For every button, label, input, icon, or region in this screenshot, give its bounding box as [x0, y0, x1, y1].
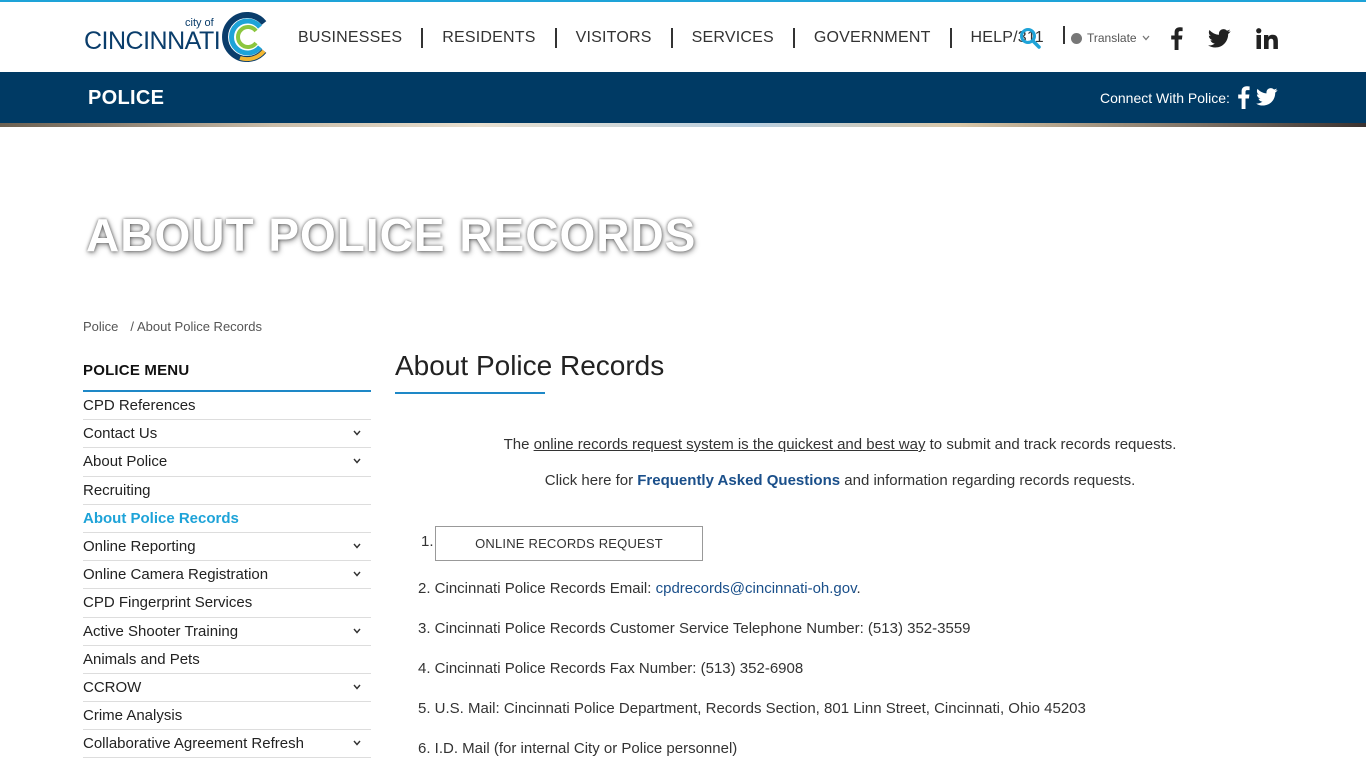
- nav-government[interactable]: GOVERNMENT: [814, 29, 931, 47]
- nav-divider: [670, 28, 673, 48]
- nav-divider: [421, 28, 424, 48]
- menu-item-recruiting[interactable]: Recruiting: [83, 477, 371, 505]
- nav-visitors[interactable]: VISITORS: [576, 29, 652, 47]
- menu-item-active-shooter-training[interactable]: Active Shooter Training: [83, 618, 371, 646]
- city-logo[interactable]: city of CINCINNATI: [84, 11, 274, 65]
- menu-item-label: CPD Fingerprint Services: [83, 594, 253, 612]
- logo-c-mark-icon: [222, 12, 267, 62]
- breadcrumb-police[interactable]: Police: [83, 319, 118, 334]
- intro-pre: The: [503, 436, 534, 453]
- intro-post: to submit and track records requests.: [925, 436, 1177, 453]
- twitter-icon[interactable]: [1208, 29, 1231, 48]
- menu-item-crime-analysis[interactable]: Crime Analysis: [83, 702, 371, 731]
- nav-businesses[interactable]: BUSINESSES: [298, 29, 402, 47]
- list-item-fax: 4. Cincinnati Police Records Fax Number:…: [418, 660, 804, 677]
- translate-dropdown[interactable]: Translate: [1071, 31, 1150, 45]
- chevron-down-icon[interactable]: [353, 542, 361, 550]
- menu-item-label: Online Camera Registration: [83, 566, 269, 584]
- department-title[interactable]: POLICE: [88, 87, 164, 110]
- chevron-down-icon[interactable]: [353, 683, 361, 691]
- hero-title: ABOUT POLICE RECORDS: [86, 209, 697, 261]
- nav-divider: [949, 28, 952, 48]
- hero-image-strip: [0, 123, 1366, 127]
- menu-item-cpd-fingerprint-services[interactable]: CPD Fingerprint Services: [83, 589, 371, 618]
- chevron-down-icon[interactable]: [353, 457, 361, 465]
- menu-item-ccrow[interactable]: CCROW: [83, 674, 371, 703]
- menu-item-contact-us[interactable]: Contact Us: [83, 420, 371, 449]
- menu-list: CPD References Contact Us About Police Recr…: [83, 392, 371, 759]
- menu-item-label: CCROW: [83, 678, 142, 696]
- menu-item-cpd-references[interactable]: CPD References: [83, 392, 371, 421]
- breadcrumb: Police / About Police Records: [83, 319, 262, 334]
- menu-item-label: Active Shooter Training: [83, 622, 239, 640]
- email-period: .: [856, 580, 861, 597]
- menu-item-animals-and-pets[interactable]: Animals and Pets: [83, 646, 371, 674]
- menu-item-label: Recruiting: [83, 481, 151, 499]
- breadcrumb-separator: /: [130, 319, 135, 334]
- list-item-id-mail: 6. I.D. Mail (for internal City or Polic…: [418, 740, 738, 757]
- menu-item-label: Crime Analysis: [83, 707, 183, 725]
- list-item-mail: 5. U.S. Mail: Cincinnati Police Departme…: [418, 700, 1086, 717]
- translate-label: Translate: [1087, 31, 1137, 45]
- main-nav: BUSINESSES RESIDENTS VISITORS SERVICES G…: [298, 2, 1084, 74]
- chevron-down-icon[interactable]: [353, 429, 361, 437]
- faq-paragraph: Click here for Frequently Asked Question…: [395, 472, 1285, 489]
- menu-item-collaborative-agreement-refresh[interactable]: Collaborative Agreement Refresh: [83, 730, 371, 759]
- menu-item-label: CPD References: [83, 397, 196, 415]
- list-item-email: 2. Cincinnati Police Records Email: cpdr…: [418, 580, 861, 597]
- police-menu: POLICE MENU CPD References Contact Us Abou…: [83, 362, 371, 759]
- connect-label: Connect With Police:: [1100, 90, 1230, 106]
- linkedin-icon[interactable]: [1256, 28, 1278, 49]
- faq-link[interactable]: Frequently Asked Questions: [637, 472, 840, 489]
- menu-item-about-police-records[interactable]: About Police Records: [83, 505, 371, 533]
- nav-residents[interactable]: RESIDENTS: [442, 29, 535, 47]
- menu-title: POLICE MENU: [83, 362, 371, 392]
- facebook-icon[interactable]: [1170, 27, 1183, 50]
- search-icon[interactable]: [1019, 27, 1041, 49]
- list-number-1: 1.: [421, 533, 434, 550]
- nav-services[interactable]: SERVICES: [692, 29, 774, 47]
- faq-post: and information regarding records reques…: [840, 472, 1136, 489]
- email-label: 2. Cincinnati Police Records Email:: [418, 580, 656, 597]
- online-records-link[interactable]: online records request system is the qui…: [534, 436, 926, 453]
- page-title: About Police Records: [395, 350, 665, 381]
- breadcrumb-current-label: About Police Records: [136, 319, 262, 334]
- menu-item-label: Collaborative Agreement Refresh: [83, 735, 304, 753]
- menu-item-label: About Police: [83, 453, 168, 471]
- menu-item-label: Animals and Pets: [83, 650, 200, 668]
- online-records-request-button[interactable]: ONLINE RECORDS REQUEST: [435, 526, 703, 561]
- site-header: city of CINCINNATI BUSINESSES RESIDENTS …: [0, 0, 1366, 72]
- breadcrumb-current: / About Police Records: [130, 319, 262, 334]
- logo-wordmark: CINCINNATI: [84, 27, 221, 55]
- main-content: About Police Records The online records …: [395, 350, 1285, 757]
- menu-item-online-reporting[interactable]: Online Reporting: [83, 533, 371, 562]
- police-twitter-icon[interactable]: [1256, 88, 1278, 106]
- nav-divider: [554, 28, 557, 48]
- chevron-down-icon: [1142, 35, 1150, 41]
- nav-divider: [792, 28, 795, 48]
- nav-divider: [1062, 26, 1065, 44]
- department-bar: POLICE Connect With Police:: [0, 72, 1366, 123]
- menu-item-label: About Police Records: [83, 509, 239, 527]
- chevron-down-icon[interactable]: [353, 739, 361, 747]
- records-email-link[interactable]: cpdrecords@cincinnati-oh.gov: [656, 580, 857, 597]
- chevron-down-icon[interactable]: [353, 570, 361, 578]
- menu-item-label: Online Reporting: [83, 538, 196, 556]
- police-facebook-icon[interactable]: [1237, 86, 1250, 109]
- menu-item-about-police[interactable]: About Police: [83, 448, 371, 477]
- list-item-phone: 3. Cincinnati Police Records Customer Se…: [418, 620, 971, 637]
- title-underline: [395, 392, 545, 394]
- globe-icon: [1071, 32, 1082, 44]
- faq-pre: Click here for: [544, 472, 638, 489]
- menu-item-online-camera-registration[interactable]: Online Camera Registration: [83, 561, 371, 590]
- menu-item-label: Contact Us: [83, 425, 158, 443]
- chevron-down-icon[interactable]: [353, 627, 361, 635]
- intro-paragraph: The online records request system is the…: [395, 436, 1285, 453]
